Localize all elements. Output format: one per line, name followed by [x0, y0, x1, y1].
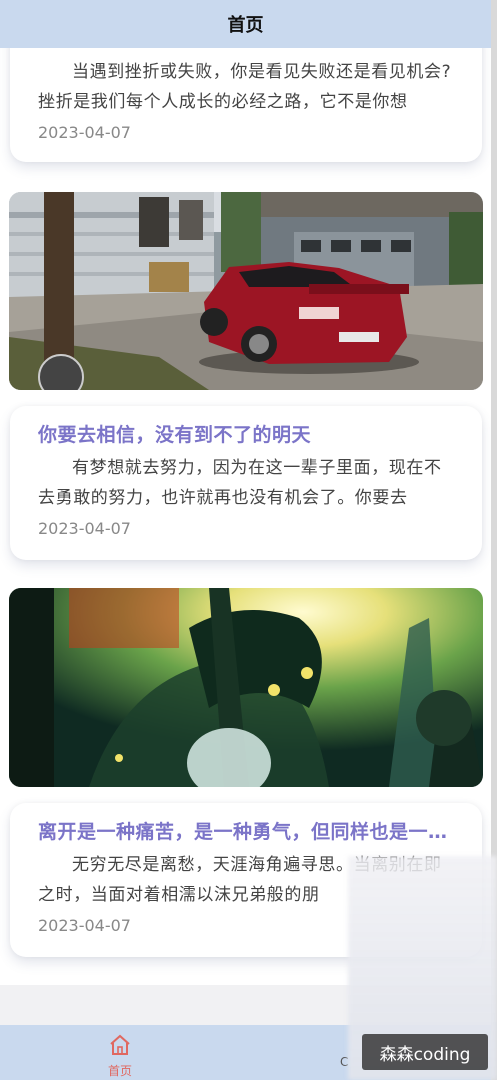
tab-home[interactable]: 首页 [98, 1033, 142, 1079]
article-date: 2023-04-07 [38, 916, 131, 935]
page: 首页 当遇到挫折或失败，你是看见失败还是看见机会?挫折是我们每个人成长的必经之路… [0, 0, 497, 1080]
page-title: 首页 [227, 15, 264, 36]
article-excerpt: 当遇到挫折或失败，你是看见失败还是看见机会?挫折是我们每个人成长的必经之路，它不… [38, 62, 452, 112]
tab-home-label: 首页 [107, 1064, 132, 1078]
article-cover-image[interactable] [9, 588, 483, 787]
article-title: 你要去相信，没有到不了的明天 [38, 424, 312, 446]
article-excerpt: 有梦想就去努力，因为在这一辈子里面，现在不去勇敢的努力，也许就再也没有机会了。你… [38, 458, 442, 508]
article-cover-image[interactable] [9, 192, 483, 390]
watermark: 森森coding [362, 1034, 488, 1070]
home-icon [108, 1034, 132, 1061]
article-title: 离开是一种痛苦，是一种勇气，但同样也是一种保护 [38, 821, 460, 843]
article-date: 2023-04-07 [38, 123, 131, 142]
top-navigation-bar: 首页 [0, 0, 491, 48]
article-card[interactable]: 你要去相信，没有到不了的明天 有梦想就去努力，因为在这一辈子里面，现在不去勇敢的… [10, 406, 482, 560]
article-date: 2023-04-07 [38, 519, 131, 538]
